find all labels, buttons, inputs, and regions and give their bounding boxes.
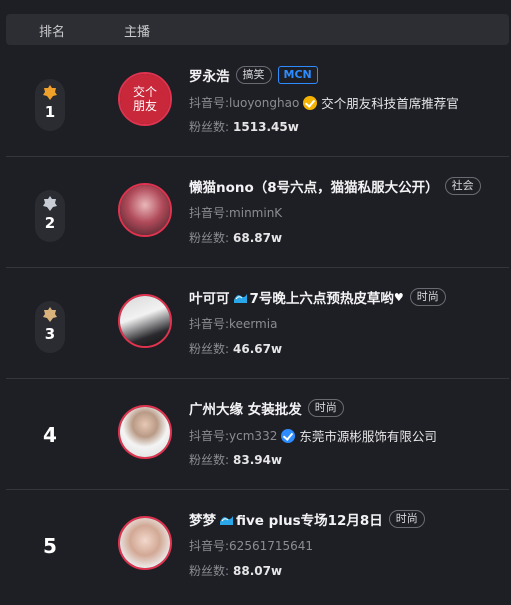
douyin-id-value: minminK	[229, 205, 283, 220]
douyin-id-value: 62561715641	[229, 538, 314, 553]
fans-value: 88.07w	[233, 563, 283, 578]
fans-line: 粉丝数: 1513.45w	[189, 118, 299, 135]
table-row[interactable]: 3 叶可可 7号晚上六点预热皮草哟 ♥ 时尚 抖音号: keermia 粉丝数: 4…	[6, 268, 509, 379]
avatar[interactable]	[118, 405, 172, 459]
anchor-name[interactable]: 广州大缘 女装批发	[189, 398, 302, 418]
verified-gold-icon	[303, 95, 318, 110]
fans-label: 粉丝数:	[189, 564, 230, 578]
table-row[interactable]: 2 懒猫nono（8号六点，猫猫私服大公开） 社会 抖音号: minminK 粉丝…	[6, 157, 509, 268]
fans-value: 68.87w	[233, 230, 283, 245]
fans-label: 粉丝数:	[189, 342, 230, 356]
category-tag: 社会	[444, 177, 481, 195]
douyin-id-line: 抖音号: keermia	[189, 315, 277, 332]
douyin-id-value: ycm332	[229, 428, 278, 443]
douyin-id-line: 抖音号: minminK	[189, 204, 282, 221]
douyin-id-label: 抖音号:	[189, 539, 230, 553]
douyin-id-line: 抖音号: 62561715641	[189, 537, 313, 554]
avatar[interactable]	[118, 183, 172, 237]
table-row[interactable]: 5 梦梦 five plus专场12月8日 时尚 抖音号: 62561715641…	[6, 490, 509, 601]
douyin-id-label: 抖音号:	[189, 206, 230, 220]
anchor-column-header: 主播	[124, 25, 151, 40]
douyin-id-value: luoyonghao	[229, 95, 300, 110]
fans-line: 粉丝数: 46.67w	[189, 340, 282, 357]
rank-number: 2	[44, 214, 56, 232]
rank-number: 3	[44, 325, 56, 343]
douyin-id-line: 抖音号: luoyonghao 交个朋友科技首席推荐官	[189, 93, 459, 112]
table-row[interactable]: 1 交个朋友 罗永浩 搞笑 MCN 抖音号: luoyonghao 交个朋友科技首…	[6, 46, 509, 157]
fans-line: 粉丝数: 68.87w	[189, 229, 282, 246]
fans-line: 粉丝数: 83.94w	[189, 451, 282, 468]
rank-column-header: 排名	[39, 25, 66, 40]
fans-label: 粉丝数:	[189, 120, 230, 134]
gold-medal-icon	[43, 85, 57, 100]
rank-medal: 3	[35, 301, 65, 353]
anchor-name[interactable]: 懒猫nono（8号六点，猫猫私服大公开）	[189, 176, 439, 196]
avatar-logo-text: 交个朋友	[132, 85, 157, 113]
avatar[interactable]	[118, 516, 172, 570]
avatar[interactable]	[118, 294, 172, 348]
anchor-name-suffix[interactable]: five plus专场12月8日	[236, 509, 383, 529]
fans-value: 83.94w	[233, 452, 283, 467]
certification-text: 交个朋友科技首席推荐官	[321, 96, 459, 111]
heart-icon: ♥	[393, 290, 404, 304]
anchor-name-suffix[interactable]: 7号晚上六点预热皮草哟	[250, 287, 394, 307]
bronze-medal-icon	[43, 307, 57, 322]
anchor-name-prefix[interactable]: 叶可可	[189, 287, 230, 307]
fans-label: 粉丝数:	[189, 453, 230, 467]
certification-text: 东莞市源彬服饰有限公司	[299, 429, 437, 444]
category-tag: 时尚	[409, 288, 446, 306]
douyin-id-label: 抖音号:	[189, 429, 230, 443]
mcn-tag: MCN	[277, 66, 318, 84]
fans-value: 46.67w	[233, 341, 283, 356]
fans-value: 1513.45w	[233, 119, 299, 134]
category-tag: 搞笑	[235, 66, 272, 84]
douyin-id-label: 抖音号:	[189, 96, 230, 110]
douyin-id-value: keermia	[229, 316, 278, 331]
douyin-id-label: 抖音号:	[189, 317, 230, 331]
anchor-name[interactable]: 罗永浩	[189, 65, 230, 85]
anchor-name-prefix[interactable]: 梦梦	[189, 509, 216, 529]
category-tag: 时尚	[388, 510, 425, 528]
rank-medal: 1	[35, 79, 65, 131]
silver-medal-icon	[43, 196, 57, 211]
fans-label: 粉丝数:	[189, 231, 230, 245]
rank-medal: 2	[35, 190, 65, 242]
rank-number: 1	[44, 103, 56, 121]
fans-line: 粉丝数: 88.07w	[189, 562, 282, 579]
table-header: 排名 主播	[6, 14, 509, 45]
verified-blue-icon	[281, 428, 296, 443]
douyin-id-line: 抖音号: ycm332 东莞市源彬服饰有限公司	[189, 426, 437, 445]
wave-emoji-icon	[233, 293, 247, 303]
rank-number: 4	[43, 423, 57, 447]
category-tag: 时尚	[307, 399, 344, 417]
table-row[interactable]: 4 广州大缘 女装批发 时尚 抖音号: ycm332 东莞市源彬服饰有限公司 粉丝…	[6, 379, 509, 490]
avatar[interactable]: 交个朋友	[118, 72, 172, 126]
rank-number: 5	[43, 534, 57, 558]
wave-emoji-icon	[220, 515, 233, 525]
